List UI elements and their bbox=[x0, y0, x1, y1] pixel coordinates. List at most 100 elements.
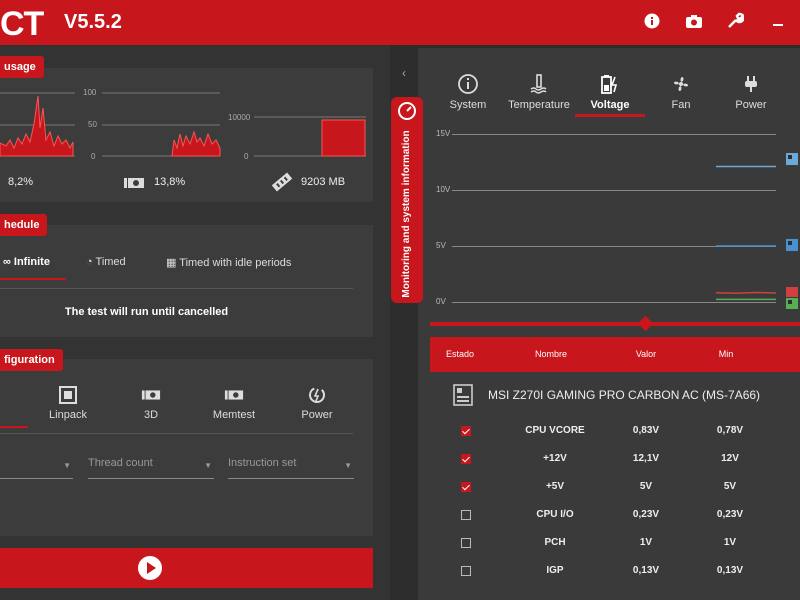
motherboard-marker-icon bbox=[785, 238, 799, 257]
col-nombre: Nombre bbox=[534, 349, 567, 359]
infinity-icon: ∞ bbox=[3, 256, 11, 268]
row-name: IGP bbox=[546, 565, 564, 576]
table-row[interactable]: CPU I/O 0,23V 0,23V bbox=[430, 501, 800, 529]
tab-power[interactable]: Power bbox=[716, 73, 786, 111]
monitoring-side-tab[interactable]: Monitoring and system information bbox=[391, 97, 423, 303]
row-value: 5V bbox=[639, 481, 653, 492]
tab-system[interactable]: System bbox=[433, 73, 503, 111]
voltage-tick-0: 0V bbox=[436, 297, 446, 306]
app-logo: CT bbox=[0, 5, 44, 43]
gpu-axis-50: 50 bbox=[88, 120, 97, 129]
configuration-panel-title: figuration bbox=[0, 349, 63, 371]
sensor-table-header: Estado Nombre Valor Min bbox=[430, 337, 800, 372]
table-row[interactable]: +12V 12,1V 12V bbox=[430, 445, 800, 473]
configuration-panel: figuration Linpack 3D Memtest Power ▼ Th… bbox=[0, 349, 373, 536]
motherboard-icon bbox=[452, 384, 474, 411]
device-name: MSI Z270I GAMING PRO CARBON AC (MS-7A66) bbox=[488, 388, 761, 402]
chip-icon bbox=[59, 386, 77, 404]
start-test-button[interactable] bbox=[0, 548, 373, 588]
tab-voltage-label: Voltage bbox=[590, 99, 630, 111]
usage-panel: usage 100 50 0 10000 0 8,2% 13,8% 9203 M… bbox=[0, 56, 373, 202]
row-value: 0,83V bbox=[632, 425, 660, 436]
tab-system-label: System bbox=[449, 99, 487, 111]
row-checkbox[interactable] bbox=[461, 566, 471, 576]
config-dropdown-first[interactable]: ▼ bbox=[0, 457, 73, 479]
config-linpack-label: Linpack bbox=[49, 409, 87, 421]
tab-temperature[interactable]: Temperature bbox=[504, 73, 574, 111]
tab-temperature-label: Temperature bbox=[508, 99, 570, 111]
memory-usage-value: 9203 MB bbox=[301, 176, 346, 188]
row-value: 12,1V bbox=[632, 453, 660, 464]
usage-panel-title: usage bbox=[0, 56, 44, 78]
cpu-usage-area bbox=[0, 95, 74, 157]
clock-icon: ◔ bbox=[86, 256, 93, 268]
row-checkbox[interactable] bbox=[461, 454, 471, 464]
config-memtest[interactable]: Memtest bbox=[199, 385, 269, 421]
row-checkbox[interactable] bbox=[461, 482, 471, 492]
tab-power-label: Power bbox=[735, 99, 767, 111]
power-cycle-icon bbox=[309, 387, 325, 403]
row-min: 0,78V bbox=[716, 425, 744, 436]
schedule-hint: The test will run until cancelled bbox=[64, 306, 229, 318]
minimize-icon[interactable] bbox=[768, 12, 788, 32]
schedule-panel: hedule ∞ Infinite ◔ Timed ▦ Timed with i… bbox=[0, 214, 373, 337]
row-value: 0,23V bbox=[632, 509, 660, 520]
memory-usage-chart bbox=[254, 116, 366, 157]
tab-voltage-underline bbox=[575, 114, 645, 117]
gpu-axis-0: 0 bbox=[91, 152, 96, 161]
schedule-panel-title: hedule bbox=[0, 214, 48, 236]
config-power-label: Power bbox=[301, 409, 333, 421]
config-3d[interactable]: 3D bbox=[116, 385, 186, 421]
chevron-down-icon: ▼ bbox=[204, 461, 212, 470]
tab-fan[interactable]: Fan bbox=[646, 73, 716, 111]
voltage-tick-5: 5V bbox=[436, 241, 446, 250]
table-row[interactable]: CPU VCORE 0,83V 0,78V bbox=[430, 417, 800, 445]
row-value: 1V bbox=[639, 537, 653, 548]
mode-active-underline bbox=[0, 278, 66, 280]
tab-voltage[interactable]: Voltage bbox=[575, 73, 645, 111]
thread-count-dropdown[interactable]: Thread count ▼ bbox=[88, 457, 214, 479]
collapse-arrow-icon[interactable]: ‹ bbox=[402, 66, 406, 80]
motherboard-marker-icon bbox=[785, 152, 799, 171]
plug-icon bbox=[745, 76, 757, 92]
row-min: 0,23V bbox=[716, 509, 744, 520]
row-min: 0,13V bbox=[716, 565, 744, 576]
title-bar: CT V5.5.2 bbox=[0, 0, 800, 45]
row-name: +12V bbox=[543, 453, 567, 464]
config-divider bbox=[0, 433, 353, 434]
row-checkbox[interactable] bbox=[461, 426, 471, 436]
mode-timed-idle-label: Timed with idle periods bbox=[179, 257, 292, 269]
row-checkbox[interactable] bbox=[461, 538, 471, 548]
row-value: 0,13V bbox=[632, 565, 660, 576]
gpu-axis-100: 100 bbox=[83, 88, 97, 97]
info-circle-icon bbox=[458, 74, 478, 94]
row-checkbox[interactable] bbox=[461, 510, 471, 520]
side-tab-label: Monitoring and system information bbox=[401, 130, 412, 298]
row-name: CPU VCORE bbox=[525, 425, 585, 436]
memory-usage-bar bbox=[321, 119, 366, 157]
config-3d-label: 3D bbox=[143, 409, 159, 421]
config-linpack[interactable]: Linpack bbox=[33, 385, 103, 421]
wrench-icon[interactable] bbox=[725, 12, 745, 32]
mode-infinite[interactable]: ∞ Infinite bbox=[3, 256, 50, 268]
mem-axis-0: 0 bbox=[244, 152, 249, 161]
mode-timed-idle[interactable]: ▦ Timed with idle periods bbox=[166, 256, 291, 269]
chevron-down-icon: ▼ bbox=[344, 461, 352, 470]
voltage-tick-15: 15V bbox=[436, 129, 451, 138]
info-icon[interactable] bbox=[642, 12, 662, 32]
mode-timed[interactable]: ◔ Timed bbox=[86, 256, 126, 268]
timeline-slider[interactable] bbox=[430, 322, 800, 326]
camera-icon[interactable] bbox=[684, 12, 704, 32]
row-min: 12V bbox=[721, 453, 739, 464]
calendar-icon: ▦ bbox=[166, 257, 177, 269]
table-row[interactable]: IGP 0,13V 0,13V bbox=[430, 557, 800, 585]
row-min: 1V bbox=[723, 537, 737, 548]
memory-card-icon bbox=[224, 390, 244, 400]
gpu-usage-chart bbox=[102, 92, 221, 157]
mode-infinite-label: Infinite bbox=[13, 256, 50, 268]
config-power[interactable]: Power bbox=[282, 385, 352, 421]
device-row[interactable]: MSI Z270I GAMING PRO CARBON AC (MS-7A66) bbox=[430, 376, 800, 414]
table-row[interactable]: PCH 1V 1V bbox=[430, 529, 800, 557]
instruction-set-dropdown[interactable]: Instruction set ▼ bbox=[228, 457, 354, 479]
table-row[interactable]: +5V 5V 5V bbox=[430, 473, 800, 501]
